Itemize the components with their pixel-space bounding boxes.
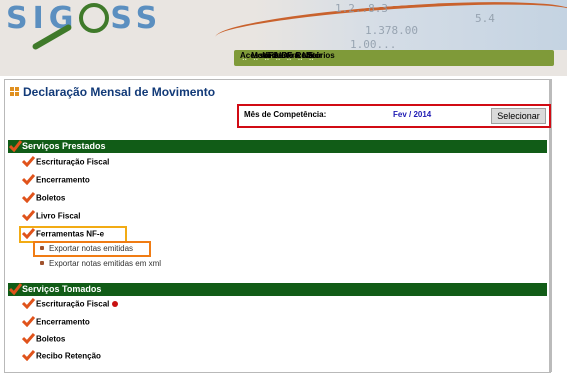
item-label: Livro Fiscal — [36, 211, 81, 221]
item-boletos-tomados[interactable]: Boletos — [22, 333, 66, 345]
period-label: Mês de Competência: — [244, 110, 327, 119]
check-icon — [22, 210, 35, 221]
subitem-label: Exportar notas emitidas em xml — [49, 259, 162, 268]
check-icon — [22, 298, 35, 309]
section-title: Serviços Prestados — [22, 141, 106, 151]
check-icon — [22, 333, 35, 344]
subitem-exportar-notas-xml[interactable]: Exportar notas emitidas em xml — [40, 259, 161, 269]
item-label: Escrituração Fiscal — [36, 299, 110, 309]
item-livro-fiscal[interactable]: Livro Fiscal — [22, 210, 81, 222]
item-label: Escrituração Fiscal — [36, 157, 110, 167]
check-icon — [22, 228, 35, 239]
section-services-provided[interactable]: Serviços Prestados — [8, 140, 547, 153]
sigiss-logo: SIG SS — [6, 2, 162, 36]
header-number: 5.4 — [475, 12, 495, 25]
item-escrituracao-fiscal[interactable]: Escrituração Fiscal — [22, 156, 110, 168]
page-title-text: Declaração Mensal de Movimento — [23, 85, 216, 99]
top-menu: Acessórios:. Movimento:. NFS-e:. AIDF & … — [240, 51, 335, 65]
check-icon — [9, 140, 22, 152]
orange-squares-icon — [10, 87, 19, 97]
red-dot-icon — [112, 300, 119, 307]
item-label: Boletos — [36, 334, 66, 344]
period-value: Fev / 2014 — [393, 110, 432, 119]
item-label: Encerramento — [36, 317, 90, 327]
bullet-icon — [40, 260, 44, 265]
item-escrituracao-fiscal-tomados[interactable]: Escrituração Fiscal — [22, 298, 119, 310]
menu-sair[interactable]: Sair — [307, 51, 322, 61]
select-button[interactable]: Selecionar — [491, 108, 546, 124]
check-icon — [22, 316, 35, 327]
header-number: 1.378.00 — [365, 24, 418, 37]
header-graphic: 1.2..8.3 5.4 1.378.00 1.00... — [214, 0, 567, 56]
check-icon — [9, 283, 22, 295]
item-encerramento[interactable]: Encerramento — [22, 174, 90, 186]
item-encerramento-tomados[interactable]: Encerramento — [22, 316, 90, 328]
header-number: 1.2..8.3 — [335, 2, 388, 15]
item-label: Recibo Retenção — [36, 351, 101, 361]
item-label: Encerramento — [36, 175, 90, 185]
logo-text: SS — [110, 1, 163, 36]
item-label: Boletos — [36, 193, 66, 203]
check-icon — [22, 350, 35, 361]
item-recibo-retencao[interactable]: Recibo Retenção — [22, 350, 101, 362]
subitem-label: Exportar notas emitidas — [49, 244, 134, 253]
magnifier-icon — [79, 2, 110, 33]
item-boletos[interactable]: Boletos — [22, 192, 66, 204]
page-title: Declaração Mensal de Movimento — [10, 85, 215, 99]
subitem-exportar-notas[interactable]: Exportar notas emitidas — [40, 244, 133, 254]
item-label: Ferramentas NF-e — [36, 229, 105, 239]
check-icon — [22, 156, 35, 167]
section-services-taken[interactable]: Serviços Tomados — [8, 283, 547, 296]
header: 1.2..8.3 5.4 1.378.00 1.00... SIG SS Aces… — [0, 0, 567, 76]
check-icon — [22, 192, 35, 203]
section-title: Serviços Tomados — [22, 284, 102, 294]
bullet-icon — [40, 245, 44, 250]
check-icon — [22, 174, 35, 185]
item-ferramentas-nfe[interactable]: Ferramentas NF-e — [22, 228, 105, 240]
